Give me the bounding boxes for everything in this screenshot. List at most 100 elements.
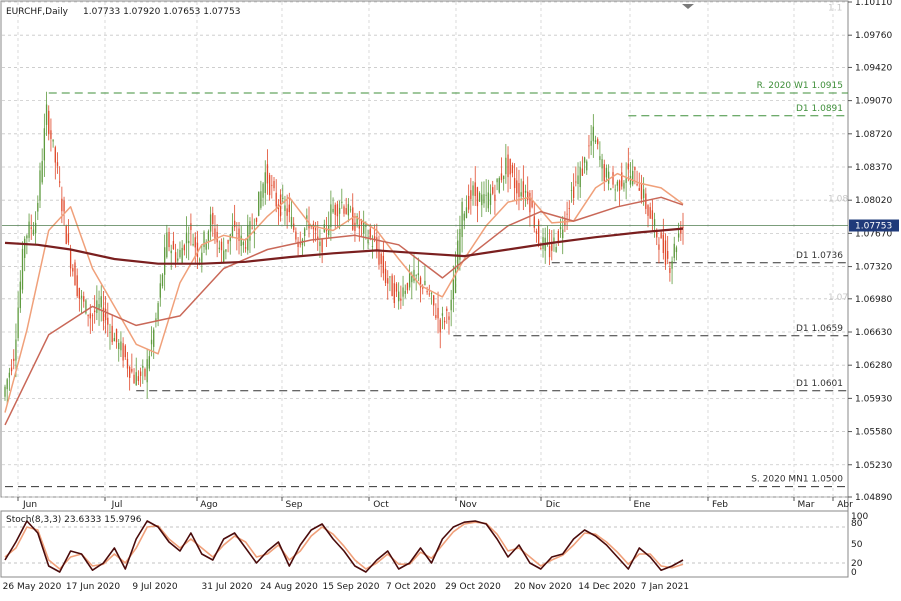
candle-body bbox=[452, 279, 455, 300]
candle-body bbox=[223, 250, 225, 263]
candle-body bbox=[603, 164, 605, 182]
candle-body bbox=[430, 293, 433, 294]
candle-body bbox=[181, 247, 183, 264]
candle-body bbox=[13, 358, 15, 361]
date-label: 24 Aug 2020 bbox=[260, 582, 318, 592]
candle-body bbox=[570, 190, 573, 191]
candle-body bbox=[601, 159, 603, 169]
candle-body bbox=[133, 374, 135, 384]
candle-body bbox=[229, 234, 231, 242]
candle-body bbox=[483, 194, 485, 204]
candle-body bbox=[61, 198, 63, 212]
candle-body bbox=[214, 228, 216, 240]
candle-body bbox=[369, 228, 371, 238]
candle-body bbox=[461, 201, 463, 238]
candle-body bbox=[439, 319, 441, 333]
candle-body bbox=[577, 175, 579, 185]
candle-body bbox=[402, 287, 404, 297]
candle-body bbox=[26, 235, 28, 239]
y-tick-label: 1.07320 bbox=[855, 263, 892, 273]
candle-body bbox=[94, 310, 96, 313]
candle-body bbox=[39, 170, 41, 201]
candle-body bbox=[476, 187, 479, 207]
candle-body bbox=[465, 207, 468, 218]
y-tick-label: 1.09760 bbox=[855, 31, 892, 41]
candle-body bbox=[411, 276, 413, 283]
candle-body bbox=[4, 386, 6, 397]
round-number-label: 1.1 bbox=[828, 4, 842, 14]
candle-body bbox=[251, 227, 253, 229]
ohlc-readout: 1.07733 1.07920 1.07653 1.07753 bbox=[83, 7, 240, 17]
candle-body bbox=[623, 182, 625, 189]
candle-body bbox=[363, 221, 365, 234]
month-label: Jul bbox=[111, 500, 123, 510]
candle-body bbox=[139, 371, 142, 376]
candle-body bbox=[258, 191, 260, 216]
candle-body bbox=[100, 296, 102, 308]
candle-body bbox=[15, 339, 17, 361]
candle-body bbox=[209, 214, 212, 232]
candle-body bbox=[249, 221, 251, 241]
candle-body bbox=[605, 167, 608, 178]
candle-body bbox=[137, 376, 140, 381]
candle-body bbox=[37, 202, 39, 212]
candle-body bbox=[592, 126, 594, 142]
candle-body bbox=[260, 191, 262, 208]
candle-body bbox=[651, 210, 654, 220]
candle-body bbox=[450, 299, 452, 311]
candle-body bbox=[513, 178, 516, 189]
candle-body bbox=[74, 262, 76, 286]
candle-body bbox=[642, 189, 645, 199]
candle-body bbox=[581, 168, 584, 176]
y-tick-label: 1.06980 bbox=[855, 295, 892, 305]
candle-body bbox=[599, 156, 601, 160]
candle-body bbox=[463, 213, 465, 221]
candle-body bbox=[336, 204, 339, 217]
candle-body bbox=[384, 268, 387, 284]
candle-body bbox=[492, 187, 494, 194]
candle-body bbox=[17, 307, 19, 339]
candle-body bbox=[65, 226, 67, 244]
candle-body bbox=[618, 180, 621, 191]
candle-body bbox=[293, 223, 295, 230]
candle-body bbox=[78, 287, 81, 299]
candle-body bbox=[522, 181, 524, 198]
date-label: 14 Dec 2020 bbox=[578, 582, 636, 592]
candle-body bbox=[179, 249, 181, 258]
stoch-tick-label: 50 bbox=[851, 540, 863, 550]
candle-body bbox=[378, 250, 380, 265]
y-tick-label: 1.10110 bbox=[855, 0, 892, 8]
candle-body bbox=[468, 195, 470, 210]
candle-body bbox=[264, 172, 266, 193]
candle-body bbox=[240, 235, 242, 246]
candle-body bbox=[330, 204, 332, 228]
candle-body bbox=[41, 161, 43, 183]
candle-body bbox=[262, 183, 264, 198]
chart-window[interactable]: 1.08 1.07 1.1 R. 2020 W1 1.0915 D1 1.0891 D1… bbox=[0, 0, 901, 601]
candle-body bbox=[212, 212, 214, 225]
candle-body bbox=[408, 272, 411, 288]
candle-body bbox=[72, 268, 74, 272]
candle-body bbox=[126, 358, 129, 369]
candle-body bbox=[303, 228, 306, 237]
candle-body bbox=[413, 269, 415, 282]
candle-body bbox=[190, 223, 192, 231]
candle-body bbox=[542, 237, 544, 249]
candle-body bbox=[481, 194, 483, 206]
candle-body bbox=[122, 343, 124, 361]
candle-body bbox=[69, 249, 72, 269]
date-label: 31 Jul 2020 bbox=[202, 582, 253, 592]
level-label: D1 1.0601 bbox=[796, 379, 843, 389]
candle-body bbox=[675, 247, 678, 253]
candle-body bbox=[448, 316, 450, 320]
stoch-tick-label: 0 bbox=[851, 568, 857, 578]
candle-body bbox=[284, 205, 286, 212]
candle-body bbox=[535, 231, 538, 234]
month-label: Ene bbox=[634, 500, 651, 510]
candle-body bbox=[625, 178, 627, 183]
candle-body bbox=[559, 227, 562, 230]
level-label: D1 1.0659 bbox=[796, 324, 843, 334]
level-label: S. 2020 MN1 1.0500 bbox=[751, 475, 843, 485]
candle-body bbox=[131, 368, 133, 372]
candle-body bbox=[406, 283, 409, 291]
